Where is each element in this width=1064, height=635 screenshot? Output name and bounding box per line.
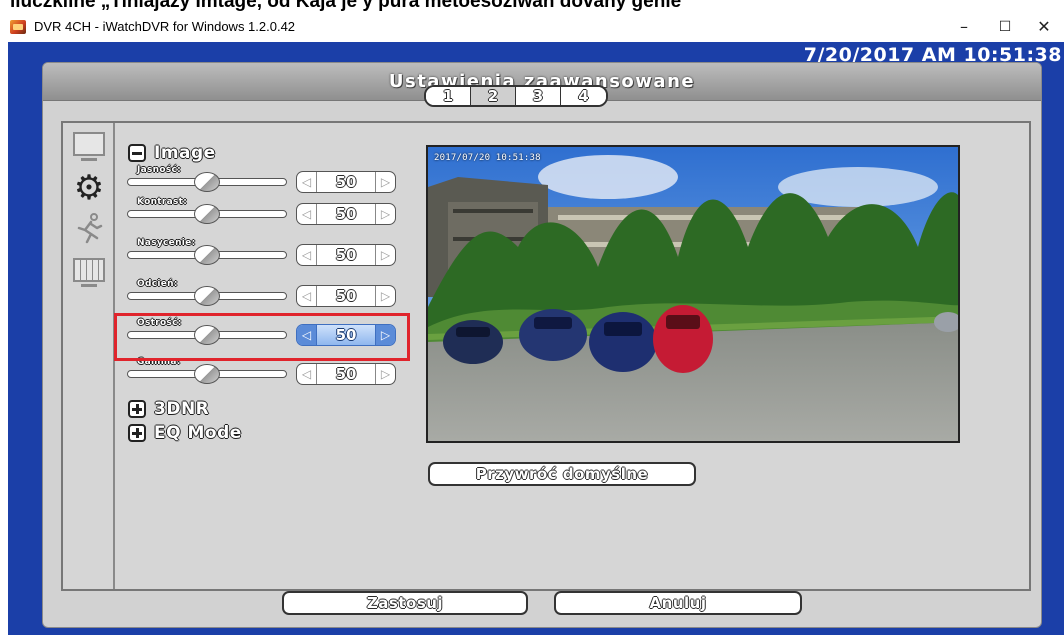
grid-monitor-icon[interactable]: [71, 253, 107, 287]
value-stepper[interactable]: ◁ 50 ▷: [296, 285, 396, 307]
camera-preview: 2017/07/20 10:51:38: [426, 145, 960, 443]
preview-timestamp: 2017/07/20 10:51:38: [434, 153, 541, 163]
channel-tabs: 1 2 3 4: [424, 85, 608, 107]
setting-label: Odcień:: [137, 279, 178, 289]
value-stepper[interactable]: ◁ 50 ▷: [296, 171, 396, 193]
value-stepper[interactable]: ◁ 50 ▷: [296, 244, 396, 266]
decrement-arrow-icon[interactable]: ◁: [297, 172, 317, 192]
slider-thumb[interactable]: [194, 286, 220, 306]
eq-mode-section-label: EQ Mode: [154, 423, 242, 443]
increment-arrow-icon[interactable]: ▷: [375, 286, 395, 306]
monitor-icon[interactable]: [71, 127, 107, 161]
stepper-value: 50: [335, 287, 357, 305]
slider-thumb[interactable]: [194, 245, 220, 265]
increment-arrow-icon[interactable]: ▷: [375, 364, 395, 384]
restore-defaults-button[interactable]: Przywróć domyślne: [428, 462, 696, 486]
stepper-value: 50: [335, 173, 357, 191]
app-icon: [10, 20, 26, 34]
camera-scene: [428, 147, 958, 441]
3dnr-section-header[interactable]: 3DNR: [128, 399, 209, 419]
stepper-value: 50: [335, 246, 357, 264]
slider-thumb[interactable]: [194, 172, 220, 192]
slider-thumb[interactable]: [194, 204, 220, 224]
decrement-arrow-icon[interactable]: ◁: [297, 286, 317, 306]
slider-thumb[interactable]: [194, 364, 220, 384]
minimize-button[interactable]: –: [944, 15, 984, 39]
title-bar: DVR 4CH - iWatchDVR for Windows 1.2.0.42…: [0, 12, 1064, 42]
3dnr-section-label: 3DNR: [154, 399, 210, 419]
apply-button[interactable]: Zastosuj: [282, 591, 528, 615]
decrement-arrow-icon[interactable]: ◁: [297, 245, 317, 265]
increment-arrow-icon[interactable]: ▷: [375, 172, 395, 192]
setting-label: Nasycenie:: [137, 238, 196, 248]
decrement-arrow-icon[interactable]: ◁: [297, 204, 317, 224]
image-section-label: Image: [154, 143, 216, 163]
increment-arrow-icon[interactable]: ▷: [375, 245, 395, 265]
tab-channel-4[interactable]: 4: [561, 87, 606, 105]
sharpness-highlight-box: [114, 313, 410, 361]
expand-icon[interactable]: [128, 400, 146, 418]
stepper-value: 50: [335, 365, 357, 383]
value-stepper[interactable]: ◁ 50 ▷: [296, 203, 396, 225]
increment-arrow-icon[interactable]: ▷: [375, 204, 395, 224]
cancel-button[interactable]: Anuluj: [554, 591, 802, 615]
tab-channel-2[interactable]: 2: [471, 87, 516, 105]
eq-mode-section-header[interactable]: EQ Mode: [128, 423, 242, 443]
maximize-button[interactable]: ☐: [985, 15, 1025, 39]
tab-channel-3[interactable]: 3: [516, 87, 561, 105]
setting-label: Jasność:: [137, 165, 182, 175]
window-title: DVR 4CH - iWatchDVR for Windows 1.2.0.42: [34, 19, 296, 34]
gear-icon[interactable]: ⚙: [71, 171, 107, 205]
image-section-header[interactable]: Image: [128, 143, 216, 163]
collapse-icon[interactable]: [128, 144, 146, 162]
expand-icon[interactable]: [128, 424, 146, 442]
tab-channel-1[interactable]: 1: [426, 87, 471, 105]
running-person-icon[interactable]: [71, 211, 107, 245]
stepper-value: 50: [335, 205, 357, 223]
decrement-arrow-icon[interactable]: ◁: [297, 364, 317, 384]
close-button[interactable]: ✕: [1024, 15, 1064, 39]
value-stepper[interactable]: ◁ 50 ▷: [296, 363, 396, 385]
setting-label: Kontrast:: [137, 197, 188, 207]
